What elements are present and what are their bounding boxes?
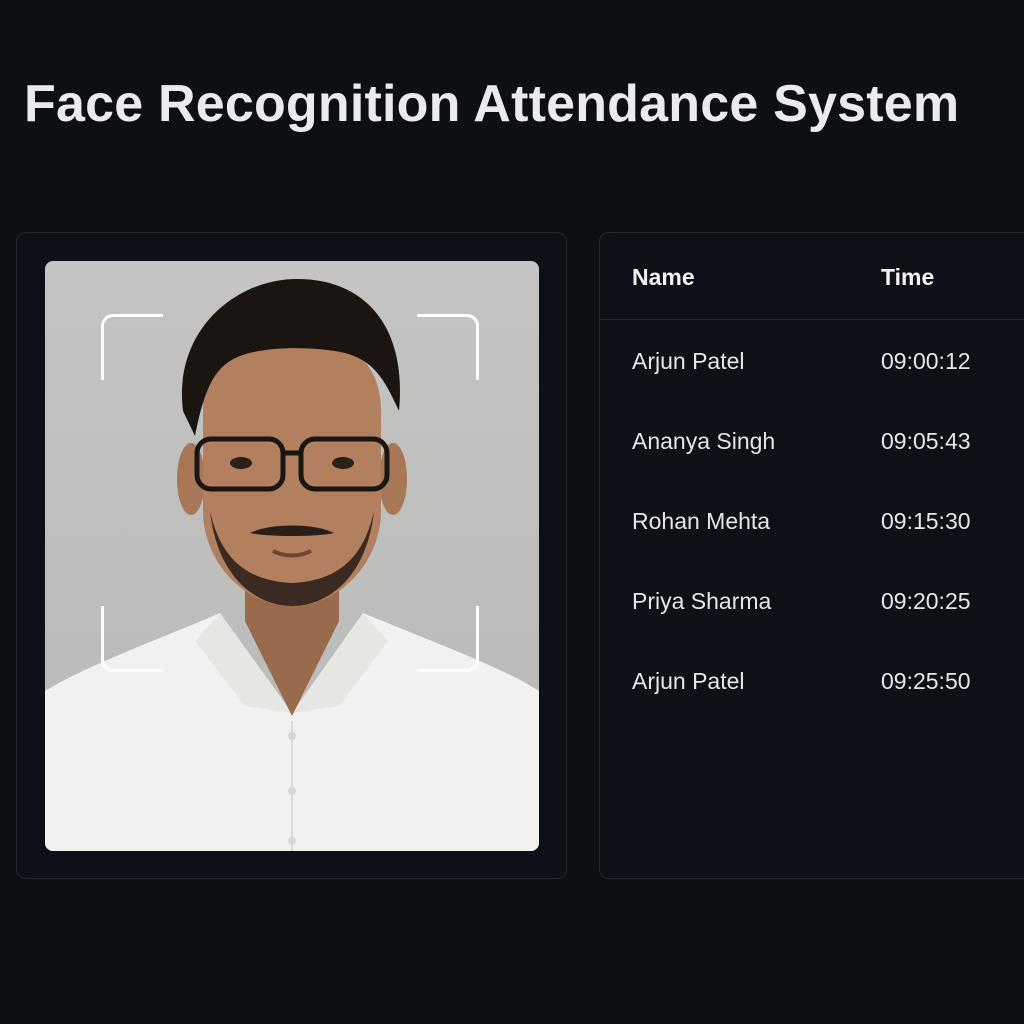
- attendance-app: Face Recognition Attendance System Name …: [0, 0, 1024, 1024]
- row-name: Ananya Singh: [632, 428, 776, 454]
- row-time: 09:20:25: [881, 588, 971, 614]
- table-body: Arjun Patel 09:00:12 Ananya Singh 09:05:…: [600, 320, 1024, 720]
- table-row[interactable]: Ananya Singh 09:05:43: [600, 400, 1024, 480]
- row-time: 09:25:50: [881, 668, 971, 694]
- scan-frame-corner-bottom-left: [101, 606, 163, 672]
- row-time: 09:15:30: [881, 508, 971, 534]
- row-name: Rohan Mehta: [632, 508, 771, 534]
- table-row[interactable]: Arjun Patel 09:00:12: [600, 320, 1024, 400]
- column-header-name: Name: [632, 264, 695, 290]
- table-row[interactable]: Priya Sharma 09:20:25: [600, 560, 1024, 640]
- column-header-time: Time: [881, 264, 935, 290]
- row-name: Arjun Patel: [632, 348, 745, 374]
- scan-frame-corner-bottom-right: [417, 606, 479, 672]
- row-name: Arjun Patel: [632, 668, 745, 694]
- camera-panel: [16, 232, 567, 879]
- table-row[interactable]: Arjun Patel 09:25:50: [600, 640, 1024, 720]
- page-title: Face Recognition Attendance System: [24, 75, 960, 133]
- table-header: Name Time: [600, 233, 1024, 320]
- attendance-table: Name Time Arjun Patel 09:00:12 Ananya Si…: [599, 232, 1024, 879]
- row-time: 09:00:12: [881, 348, 971, 374]
- scan-frame-corner-top-right: [417, 314, 479, 380]
- scan-frame-corner-top-left: [101, 314, 163, 380]
- row-time: 09:05:43: [881, 428, 971, 454]
- table-row[interactable]: Rohan Mehta 09:15:30: [600, 480, 1024, 560]
- row-name: Priya Sharma: [632, 588, 772, 614]
- camera-feed: [45, 261, 539, 851]
